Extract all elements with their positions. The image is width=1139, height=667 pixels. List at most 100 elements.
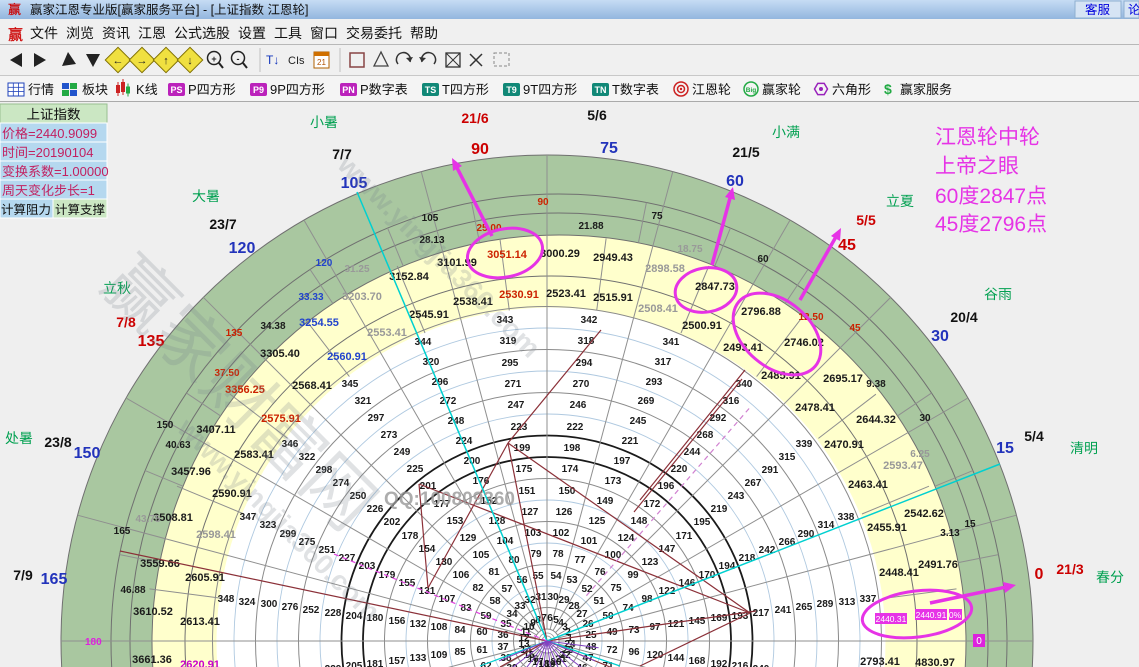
svg-text:82: 82 bbox=[472, 583, 484, 594]
svg-text:21/5: 21/5 bbox=[732, 144, 759, 160]
svg-text:↓: ↓ bbox=[187, 55, 193, 67]
svg-text:75: 75 bbox=[610, 583, 622, 594]
svg-text:203: 203 bbox=[359, 561, 376, 572]
svg-text:58: 58 bbox=[489, 596, 501, 607]
svg-text:96: 96 bbox=[628, 647, 640, 658]
svg-text:324: 324 bbox=[239, 597, 256, 608]
svg-text:90: 90 bbox=[537, 197, 549, 208]
svg-text:57: 57 bbox=[501, 584, 513, 595]
svg-text:30: 30 bbox=[919, 413, 931, 424]
svg-text:153: 153 bbox=[447, 516, 464, 527]
svg-text:225: 225 bbox=[407, 464, 424, 475]
svg-text:313: 313 bbox=[839, 597, 856, 608]
svg-text:2847: 2847 bbox=[979, 185, 1026, 208]
svg-text:245: 245 bbox=[630, 416, 647, 427]
svg-text:5/5: 5/5 bbox=[856, 212, 876, 228]
svg-text:150: 150 bbox=[157, 420, 174, 431]
svg-text:192: 192 bbox=[711, 659, 728, 667]
svg-text:171: 171 bbox=[676, 531, 693, 542]
svg-text:155: 155 bbox=[399, 578, 416, 589]
svg-text:197: 197 bbox=[614, 456, 631, 467]
svg-text:2796: 2796 bbox=[979, 213, 1026, 236]
svg-text:267: 267 bbox=[745, 478, 762, 489]
svg-text:54: 54 bbox=[550, 571, 562, 582]
svg-text:154: 154 bbox=[419, 544, 436, 555]
svg-text:341: 341 bbox=[663, 337, 680, 348]
svg-text:=1.00000: =1.00000 bbox=[54, 164, 109, 179]
svg-text:345: 345 bbox=[342, 379, 359, 390]
svg-text:321: 321 bbox=[355, 396, 372, 407]
svg-text:72: 72 bbox=[606, 645, 618, 656]
svg-text:2605.91: 2605.91 bbox=[185, 572, 225, 584]
svg-text:241: 241 bbox=[775, 605, 792, 616]
svg-text:175: 175 bbox=[516, 464, 533, 475]
svg-text:] - [: ] - [ bbox=[196, 3, 215, 17]
svg-text:21/3: 21/3 bbox=[1056, 561, 1083, 577]
svg-text:20/4: 20/4 bbox=[950, 309, 977, 325]
svg-text:3000.29: 3000.29 bbox=[540, 248, 580, 260]
svg-text:291: 291 bbox=[762, 465, 779, 476]
svg-text:79: 79 bbox=[530, 549, 542, 560]
svg-text:5/4: 5/4 bbox=[1024, 428, 1044, 444]
svg-text:3305.40: 3305.40 bbox=[260, 348, 300, 360]
svg-text:31.25: 31.25 bbox=[344, 264, 369, 275]
svg-text:6.25: 6.25 bbox=[910, 449, 930, 460]
svg-text:CIs: CIs bbox=[288, 55, 305, 67]
svg-text:15: 15 bbox=[996, 440, 1014, 457]
svg-text:3051.14: 3051.14 bbox=[487, 249, 528, 261]
svg-text:=2440.9099: =2440.9099 bbox=[28, 126, 97, 141]
svg-text:165: 165 bbox=[114, 526, 131, 537]
svg-text:120: 120 bbox=[229, 240, 256, 257]
svg-text:0: 0 bbox=[976, 636, 982, 647]
svg-text:2695.17: 2695.17 bbox=[823, 373, 863, 385]
svg-text:53: 53 bbox=[566, 575, 578, 586]
svg-text:33.33: 33.33 bbox=[298, 292, 323, 303]
svg-text:109: 109 bbox=[431, 650, 448, 661]
svg-text:292: 292 bbox=[710, 413, 727, 424]
svg-text:9T: 9T bbox=[523, 82, 538, 97]
svg-text:30: 30 bbox=[547, 592, 559, 603]
svg-text:2898.58: 2898.58 bbox=[645, 263, 685, 275]
svg-text:2545.91: 2545.91 bbox=[409, 309, 449, 321]
svg-text:107: 107 bbox=[439, 594, 456, 605]
svg-text:TS: TS bbox=[425, 85, 437, 95]
svg-text:-: - bbox=[237, 54, 240, 64]
svg-text:2568.41: 2568.41 bbox=[292, 380, 332, 392]
svg-text:2620.91: 2620.91 bbox=[180, 659, 220, 667]
svg-text:21/6: 21/6 bbox=[461, 110, 488, 126]
svg-text:PN: PN bbox=[342, 85, 355, 95]
svg-text:289: 289 bbox=[817, 599, 834, 610]
svg-text:83: 83 bbox=[460, 603, 472, 614]
svg-text:15: 15 bbox=[964, 519, 976, 530]
svg-text:2847.73: 2847.73 bbox=[695, 281, 735, 293]
svg-text:315: 315 bbox=[779, 452, 796, 463]
svg-text:75: 75 bbox=[600, 140, 618, 157]
svg-text:28: 28 bbox=[568, 601, 580, 612]
svg-text:228: 228 bbox=[325, 608, 342, 619]
svg-text:3610.52: 3610.52 bbox=[133, 606, 173, 618]
svg-text:147: 147 bbox=[659, 544, 676, 555]
svg-text:2440.31: 2440.31 bbox=[876, 614, 907, 624]
svg-text:276: 276 bbox=[282, 602, 299, 613]
svg-text:157: 157 bbox=[389, 656, 406, 667]
svg-text:9P: 9P bbox=[270, 82, 286, 97]
svg-text:269: 269 bbox=[638, 396, 655, 407]
svg-text:150: 150 bbox=[74, 445, 101, 462]
svg-text:243: 243 bbox=[728, 491, 745, 502]
svg-text:$: $ bbox=[884, 81, 892, 97]
svg-text:125: 125 bbox=[589, 516, 606, 527]
svg-text:271: 271 bbox=[505, 379, 522, 390]
svg-text:217: 217 bbox=[753, 608, 770, 619]
svg-text:339: 339 bbox=[796, 439, 813, 450]
svg-text:108: 108 bbox=[431, 622, 448, 633]
svg-text:244: 244 bbox=[684, 447, 701, 458]
svg-text:126: 126 bbox=[556, 507, 573, 518]
svg-text:252: 252 bbox=[303, 605, 320, 616]
svg-text:2470.91: 2470.91 bbox=[824, 439, 864, 451]
svg-text:77: 77 bbox=[574, 555, 586, 566]
svg-text:51: 51 bbox=[593, 596, 605, 607]
svg-text:4: 4 bbox=[558, 618, 564, 629]
svg-text:129: 129 bbox=[460, 533, 477, 544]
svg-text:290: 290 bbox=[798, 529, 815, 540]
svg-text:205: 205 bbox=[346, 661, 363, 667]
